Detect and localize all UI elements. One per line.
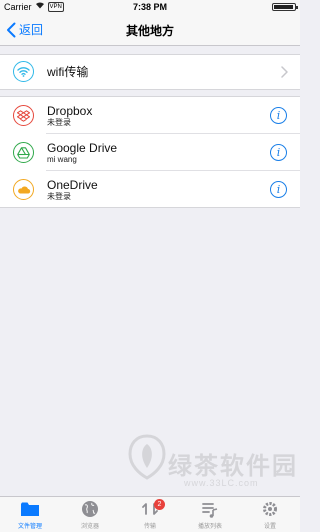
tab-label: 播放列表 bbox=[197, 524, 222, 530]
watermark-url: www.33LC.com bbox=[184, 478, 259, 488]
onedrive-row-text: OneDrive 未登录 bbox=[47, 178, 98, 202]
info-icon: i bbox=[276, 183, 281, 196]
wifi-row-text: wifi传输 bbox=[47, 55, 88, 89]
status-bar: Carrier VPN 7:38 PM bbox=[0, 0, 300, 14]
dropbox-row-text: Dropbox 未登录 bbox=[47, 104, 92, 128]
battery-icon bbox=[272, 3, 298, 11]
info-button[interactable]: i bbox=[270, 107, 287, 124]
dropbox-icon bbox=[13, 105, 34, 126]
globe-icon bbox=[82, 501, 98, 517]
cloud-services-list: Dropbox 未登录 i Google Drive mi wang i One… bbox=[0, 96, 300, 208]
service-subtitle: 未登录 bbox=[47, 117, 71, 127]
tab-playlist[interactable]: 播放列表 bbox=[180, 497, 240, 532]
watermark: 绿茶软件园 www.33LC.com bbox=[128, 420, 300, 500]
tab-label: 传输 bbox=[143, 524, 156, 530]
nav-bar: 返回 其他地方 bbox=[0, 14, 300, 46]
tab-label: 文件管理 bbox=[17, 524, 42, 530]
service-subtitle: 未登录 bbox=[47, 191, 71, 201]
onedrive-icon bbox=[13, 179, 34, 200]
info-button[interactable]: i bbox=[270, 144, 287, 161]
tab-label: 设置 bbox=[263, 524, 276, 530]
service-title: Google Drive bbox=[47, 140, 118, 155]
tab-settings[interactable]: 设置 bbox=[240, 497, 300, 532]
page-title: 其他地方 bbox=[125, 24, 174, 38]
google-drive-row-text: Google Drive mi wang bbox=[47, 141, 117, 165]
watermark-text: 绿茶软件园 bbox=[168, 452, 298, 480]
playlist-icon bbox=[202, 503, 218, 518]
info-button[interactable]: i bbox=[270, 181, 287, 198]
tab-file-manager[interactable]: 文件管理 bbox=[0, 497, 60, 532]
settings-icon bbox=[263, 502, 277, 516]
service-subtitle: mi wang bbox=[47, 154, 77, 164]
chevron-right-icon bbox=[281, 66, 288, 78]
folder-icon bbox=[21, 502, 39, 516]
tab-bar: 文件管理 浏览器 2 传输 播放列表 设置 bbox=[0, 496, 300, 532]
tab-label: 浏览器 bbox=[80, 524, 99, 530]
service-title: Dropbox bbox=[47, 103, 93, 118]
info-icon: i bbox=[276, 146, 281, 159]
tab-transfer[interactable]: 2 传输 bbox=[120, 497, 180, 532]
tab-browser[interactable]: 浏览器 bbox=[60, 497, 120, 532]
service-title: OneDrive bbox=[47, 177, 98, 192]
wifi-group: wifi传输 bbox=[0, 54, 300, 90]
wifi-transfer-row[interactable]: wifi传输 bbox=[0, 55, 300, 89]
watermark-logo-icon bbox=[128, 434, 166, 480]
google-drive-icon bbox=[13, 142, 34, 163]
info-icon: i bbox=[276, 109, 281, 122]
wifi-row-title: wifi传输 bbox=[47, 65, 89, 79]
screen: Carrier VPN 7:38 PM 返回 其他地方 wifi传输 Dropb… bbox=[0, 0, 300, 532]
status-time: 7:38 PM bbox=[132, 2, 167, 12]
cloud-service-row-google-drive[interactable]: Google Drive mi wang i bbox=[0, 134, 300, 171]
cloud-service-row-dropbox[interactable]: Dropbox 未登录 i bbox=[0, 97, 300, 134]
cloud-service-row-onedrive[interactable]: OneDrive 未登录 i bbox=[0, 171, 300, 208]
wifi-icon bbox=[13, 61, 34, 82]
transfer-badge: 2 bbox=[154, 499, 165, 510]
